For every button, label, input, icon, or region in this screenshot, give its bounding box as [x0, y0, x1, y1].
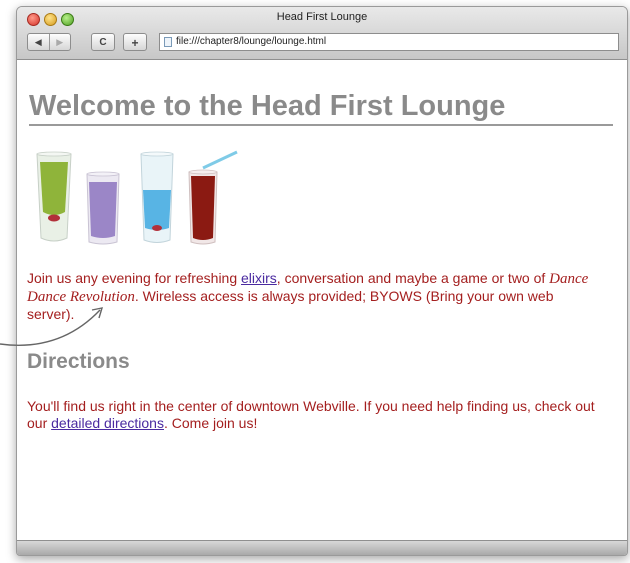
window-title: Head First Lounge — [276, 11, 368, 23]
directions-paragraph: You'll find us right in the center of do… — [27, 398, 612, 432]
intro-text-start: Join us any evening for refreshing — [27, 270, 242, 286]
reload-button[interactable]: C — [91, 33, 115, 51]
browser-window: Head First Lounge ◀ ▶ C + file:///chapte… — [16, 6, 628, 556]
directions-text-end: . Come join us! — [163, 415, 258, 431]
address-bar[interactable]: file:///chapter8/lounge/lounge.html — [159, 33, 619, 51]
green-drink-icon — [36, 151, 72, 242]
detailed-directions-link[interactable]: detailed directions — [51, 415, 164, 431]
forward-button[interactable]: ▶ — [50, 34, 71, 50]
title-bar: Head First Lounge ◀ ▶ C + file:///chapte… — [17, 7, 627, 60]
url-text: file:///chapter8/lounge/lounge.html — [176, 36, 327, 47]
add-bookmark-button[interactable]: + — [123, 33, 147, 51]
blue-drink-icon — [140, 151, 174, 243]
elixirs-link[interactable]: elixirs — [241, 270, 277, 286]
back-button[interactable]: ◀ — [28, 34, 50, 50]
purple-drink-icon — [86, 171, 120, 245]
window-bottom-bar — [17, 540, 627, 555]
back-forward-buttons: ◀ ▶ — [27, 33, 71, 51]
page-title: Welcome to the Head First Lounge — [29, 90, 613, 126]
page-icon — [164, 37, 172, 47]
annotation-arrow-icon — [0, 307, 104, 346]
intro-text-middle: , conversation and maybe a game or two o… — [276, 270, 550, 286]
drinks-image — [36, 150, 238, 245]
red-drink-icon — [188, 150, 238, 245]
